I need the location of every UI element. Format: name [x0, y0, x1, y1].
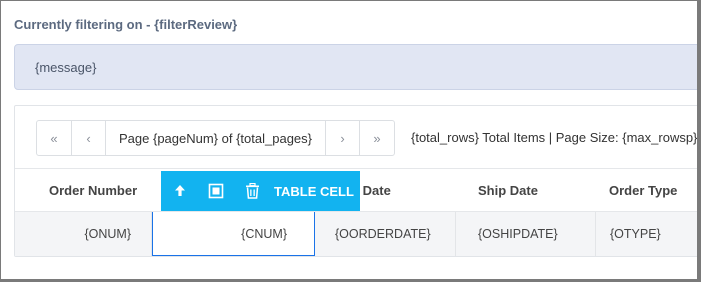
- cell-oshipdate-text: {OSHIPDATE}: [478, 227, 558, 241]
- chevron-right-icon: ›: [340, 130, 345, 146]
- window-edge-right: [697, 0, 701, 282]
- cell-oshipdate[interactable]: {OSHIPDATE}: [456, 212, 596, 256]
- row-info: {total_rows} Total Items | Page Size: {m…: [411, 130, 697, 145]
- double-chevron-left-icon: «: [50, 130, 58, 146]
- cell-cnum[interactable]: {CNUM}: [152, 212, 315, 256]
- message-alert: {message}: [14, 44, 697, 90]
- cell-onum[interactable]: {ONUM}: [15, 212, 152, 256]
- col-ship-date[interactable]: Ship Date: [478, 183, 538, 198]
- col-order-number[interactable]: Order Number: [49, 183, 137, 198]
- cell-otype-text: {OTYPE}: [610, 227, 661, 241]
- page-frame: Currently filtering on - {filterReview} …: [1, 1, 697, 279]
- arrow-up-icon[interactable]: [162, 171, 198, 211]
- page-indicator: Page {pageNum} of {total_pages}: [105, 120, 326, 156]
- cell-onum-text: {ONUM}: [84, 227, 131, 241]
- select-parent-icon[interactable]: [198, 171, 234, 211]
- chevron-left-icon: ‹: [86, 130, 91, 146]
- cell-oorderdate[interactable]: {OORDERDATE}: [315, 212, 456, 256]
- pagination: « ‹ Page {pageNum} of {total_pages} › »: [36, 120, 395, 156]
- cell-cnum-text: {CNUM}: [241, 226, 287, 241]
- trash-icon[interactable]: [234, 171, 270, 211]
- toolbar-label: TABLE CELL: [274, 183, 354, 199]
- cell-otype[interactable]: {OTYPE}: [596, 212, 697, 256]
- cell-toolbar: TABLE CELL: [161, 171, 360, 211]
- col-order-type[interactable]: Order Type: [609, 183, 677, 198]
- table-row: {ONUM} {CNUM} {OORDERDATE} {OSHIPDATE} {…: [15, 212, 697, 256]
- cell-oorderdate-text: {OORDERDATE}: [335, 227, 431, 241]
- last-page-button[interactable]: »: [359, 120, 395, 156]
- previous-page-button[interactable]: ‹: [71, 120, 106, 156]
- filter-heading: Currently filtering on - {filterReview}: [14, 17, 238, 32]
- first-page-button[interactable]: «: [36, 120, 72, 156]
- double-chevron-right-icon: »: [373, 130, 381, 146]
- next-page-button[interactable]: ›: [325, 120, 360, 156]
